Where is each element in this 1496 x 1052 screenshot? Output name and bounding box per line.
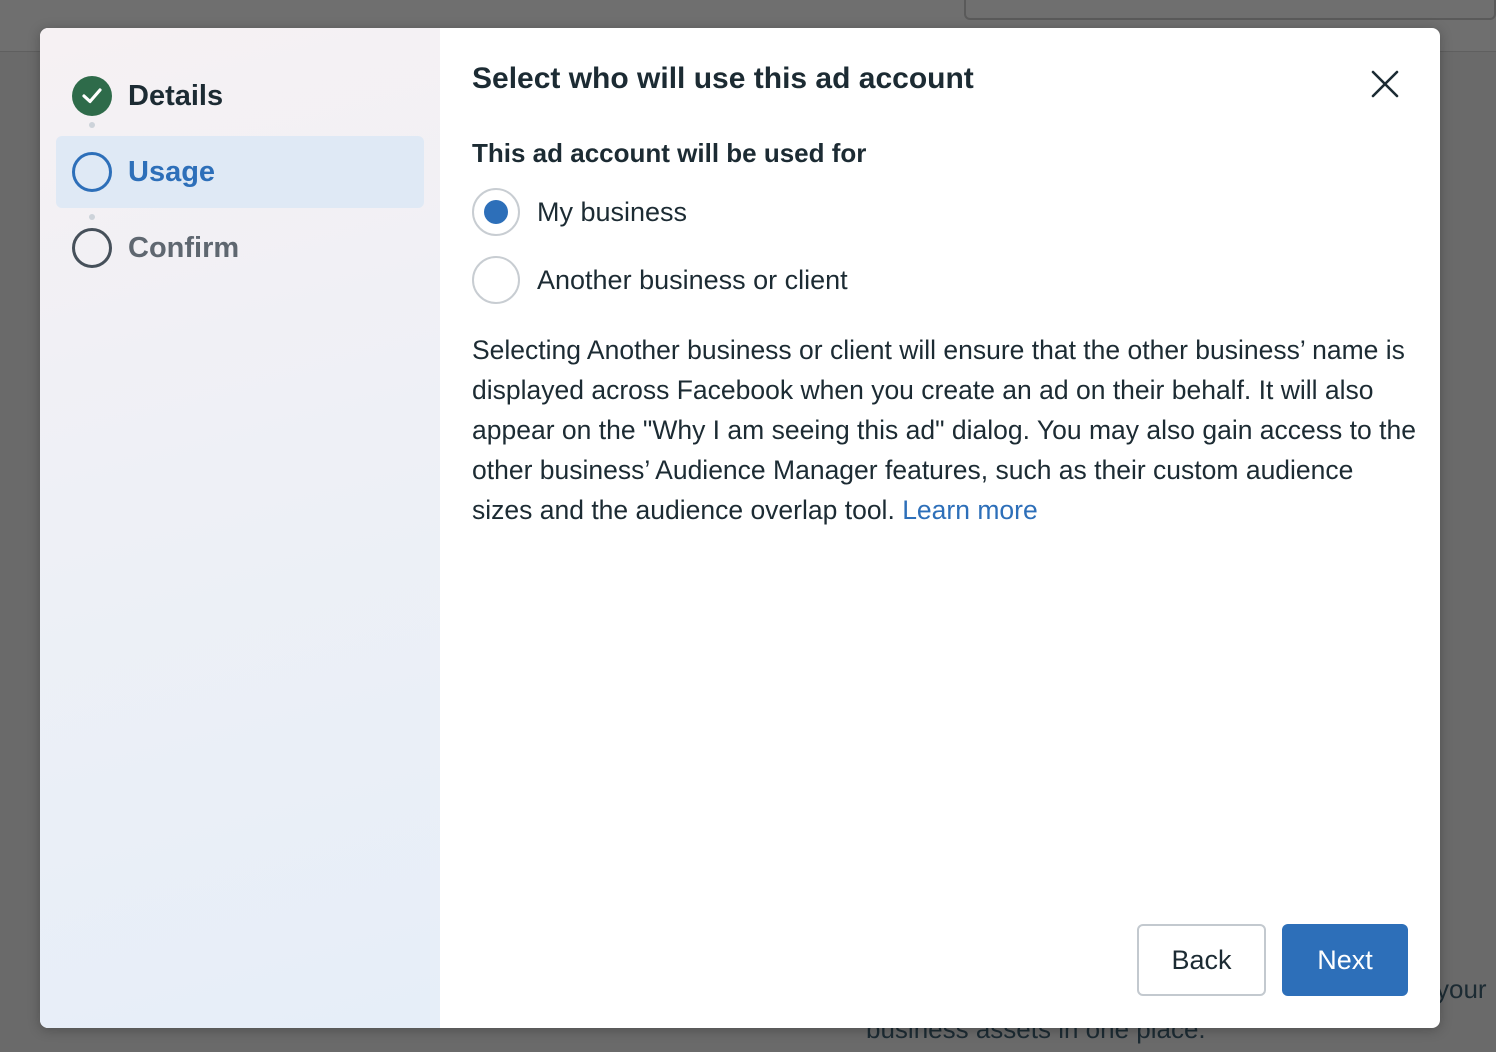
step-usage[interactable]: Usage	[56, 136, 424, 208]
stepper-panel: Details Usage Confirm	[40, 28, 440, 1028]
step-details[interactable]: Details	[56, 60, 424, 132]
dialog-title: Select who will use this ad account	[472, 62, 974, 95]
usage-section-label: This ad account will be used for	[472, 138, 867, 168]
radio-selected-dot	[484, 200, 508, 224]
circle-icon	[72, 152, 112, 192]
step-label: Usage	[128, 155, 216, 188]
check-icon	[72, 76, 112, 116]
close-button[interactable]	[1364, 64, 1404, 104]
step-label: Details	[128, 79, 224, 112]
background-text: your	[1436, 974, 1487, 1004]
radio-button[interactable]	[472, 256, 520, 304]
create-ad-account-dialog: Details Usage Confirm Select who will us…	[40, 28, 1440, 1028]
close-icon	[1371, 70, 1399, 98]
step-label: Confirm	[128, 231, 240, 264]
step-confirm[interactable]: Confirm	[56, 212, 424, 284]
circle-icon	[72, 228, 112, 268]
radio-option-my-business[interactable]: My business	[472, 188, 687, 236]
background-search-box	[964, 0, 1496, 20]
radio-option-another-business[interactable]: Another business or client	[472, 256, 848, 304]
radio-button[interactable]	[472, 188, 520, 236]
dialog-content: Select who will use this ad account This…	[440, 28, 1440, 1028]
usage-description: Selecting Another business or client wil…	[472, 330, 1417, 530]
back-button[interactable]: Back	[1137, 924, 1266, 996]
next-button[interactable]: Next	[1282, 924, 1408, 996]
radio-label: My business	[537, 196, 688, 227]
step-connector	[89, 122, 95, 128]
radio-label: Another business or client	[537, 264, 848, 295]
learn-more-link[interactable]: Learn more	[902, 495, 1038, 525]
